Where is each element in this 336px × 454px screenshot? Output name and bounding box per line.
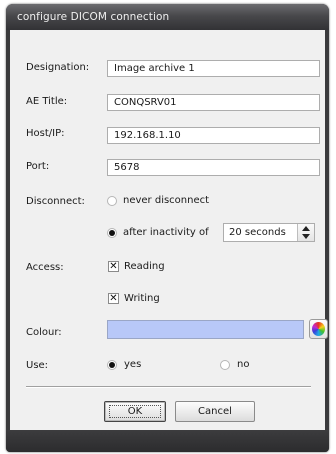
- designation-label: Designation:: [26, 62, 90, 73]
- ae-title-label: AE Title:: [26, 96, 68, 107]
- spinner-buttons[interactable]: [297, 224, 314, 241]
- writing-checkbox[interactable]: ✕: [108, 293, 119, 304]
- after-inactivity-label[interactable]: after inactivity of: [123, 227, 209, 238]
- cancel-button-label: Cancel: [198, 406, 232, 417]
- reading-label[interactable]: Reading: [124, 261, 165, 272]
- after-inactivity-radio[interactable]: [107, 228, 117, 238]
- never-disconnect-radio[interactable]: [107, 196, 117, 206]
- window-bottom-edge: [6, 430, 329, 452]
- dialog-body: Designation: Image archive 1 AE Title: C…: [10, 30, 328, 430]
- separator: [26, 386, 311, 388]
- port-input[interactable]: 5678: [107, 159, 320, 176]
- inactivity-value: 20 seconds: [229, 227, 286, 238]
- never-disconnect-label[interactable]: never disconnect: [123, 195, 209, 206]
- colour-swatch[interactable]: [107, 320, 304, 339]
- use-no-label[interactable]: no: [237, 359, 249, 370]
- inactivity-spinner[interactable]: 20 seconds: [223, 223, 315, 242]
- cancel-button[interactable]: Cancel: [175, 401, 255, 422]
- disconnect-label: Disconnect:: [26, 196, 85, 207]
- use-label: Use:: [26, 360, 49, 371]
- dialog-title: configure DICOM connection: [17, 11, 170, 23]
- colour-label: Colour:: [26, 327, 62, 338]
- writing-label[interactable]: Writing: [124, 293, 160, 304]
- colour-picker-button[interactable]: [309, 319, 328, 339]
- use-no-radio[interactable]: [220, 360, 230, 370]
- arrow-down-icon[interactable]: [302, 234, 310, 239]
- ae-title-input[interactable]: CONQSRV01: [107, 94, 320, 111]
- title-bar[interactable]: configure DICOM connection: [6, 4, 329, 30]
- port-label: Port:: [26, 161, 50, 172]
- use-yes-label[interactable]: yes: [124, 359, 141, 370]
- focus-ring: [109, 405, 161, 418]
- use-yes-radio[interactable]: [107, 360, 117, 370]
- access-label: Access:: [26, 262, 64, 273]
- arrow-up-icon[interactable]: [302, 226, 310, 231]
- designation-input[interactable]: Image archive 1: [107, 60, 320, 77]
- color-wheel-icon: [312, 322, 325, 336]
- reading-checkbox[interactable]: ✕: [108, 261, 119, 272]
- host-label: Host/IP:: [26, 128, 65, 139]
- ok-button[interactable]: OK: [104, 401, 166, 422]
- dialog-window: configure DICOM connection Designation: …: [6, 4, 329, 452]
- host-input[interactable]: 192.168.1.10: [107, 127, 320, 144]
